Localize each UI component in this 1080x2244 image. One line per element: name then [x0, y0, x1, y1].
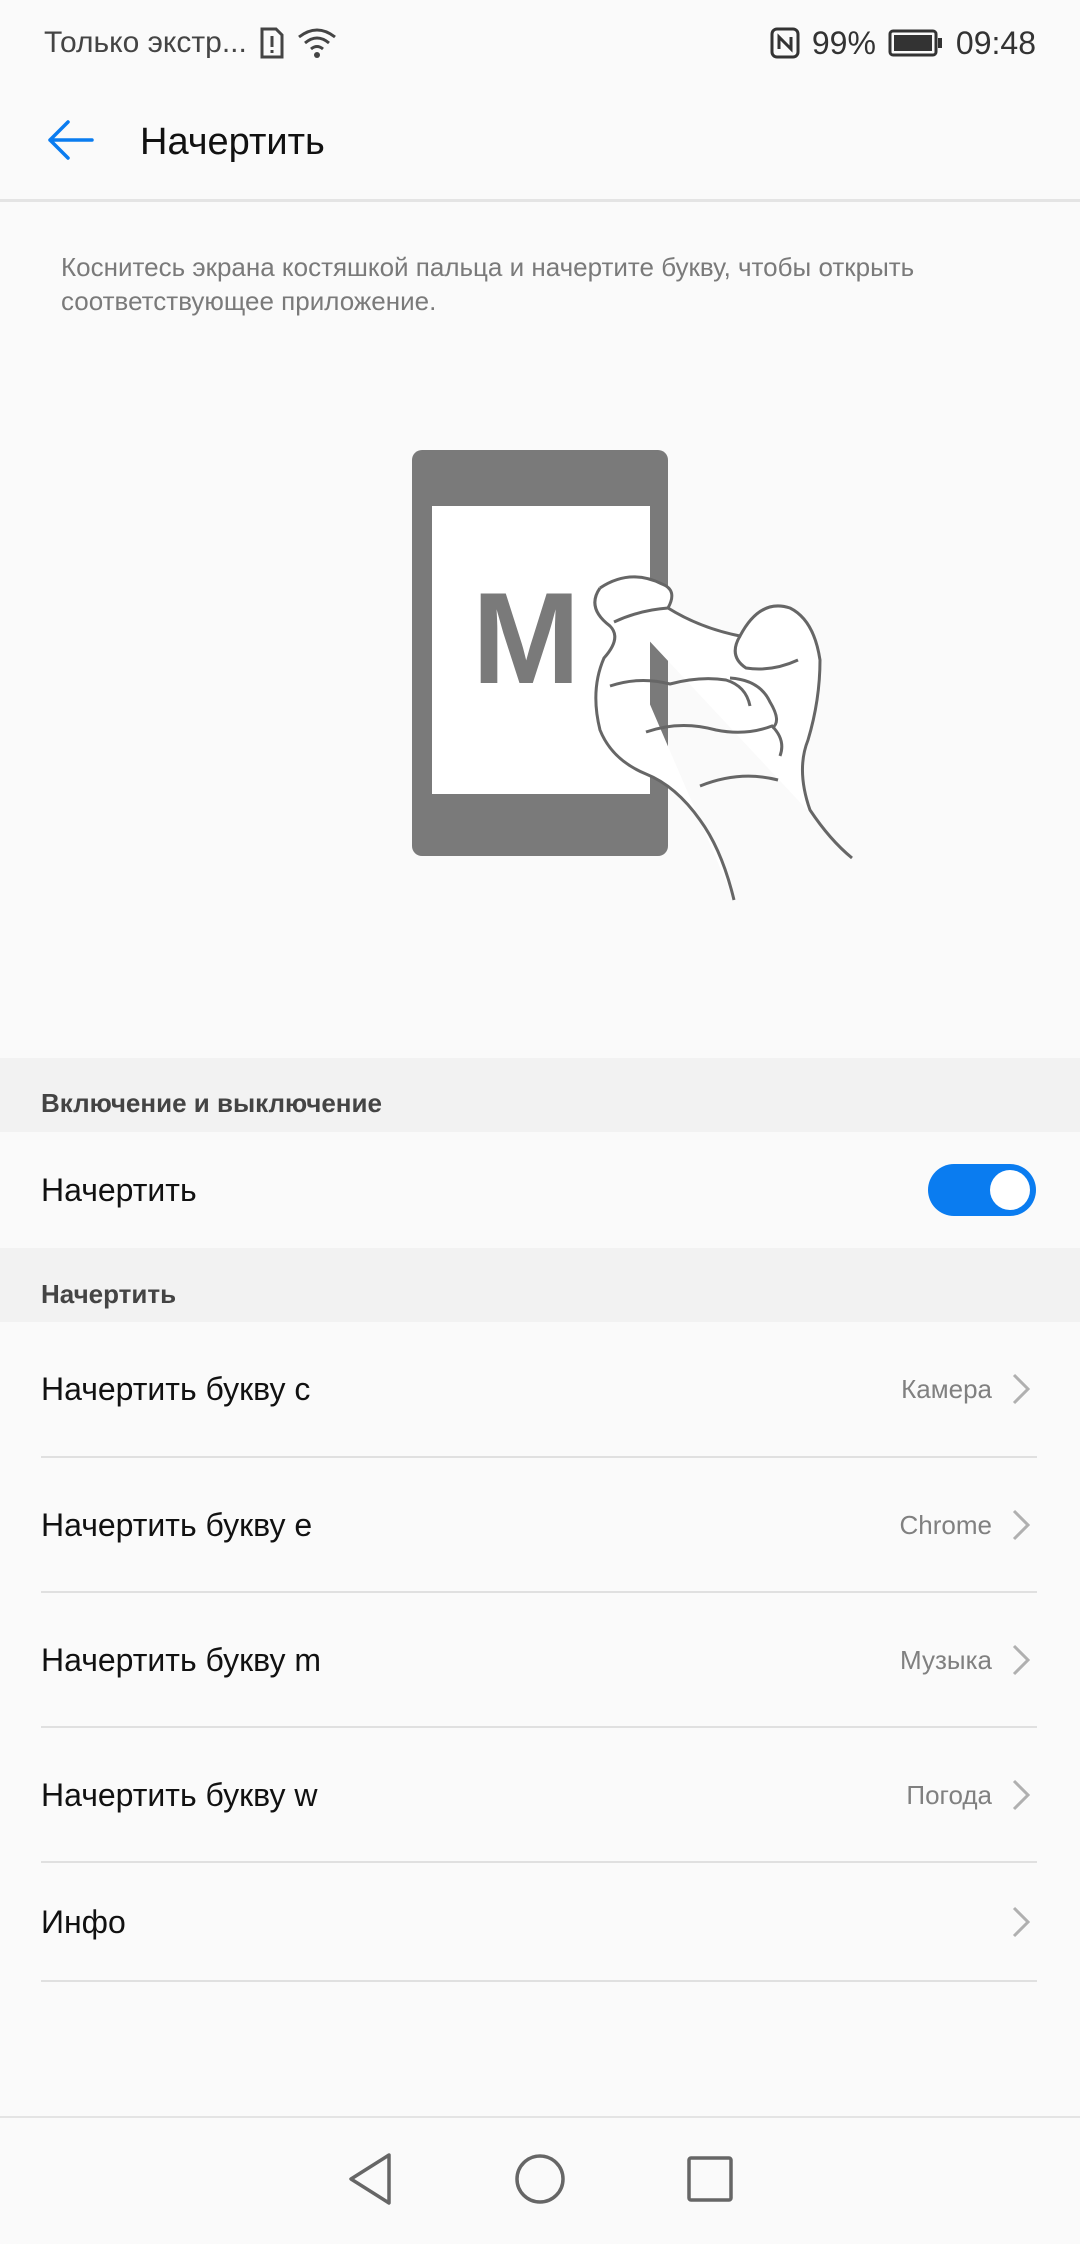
- letter-row-w[interactable]: Начертить букву w Погода: [0, 1728, 1080, 1862]
- nav-recents-button[interactable]: [680, 2151, 740, 2211]
- sim-alert-icon: [259, 27, 285, 59]
- chevron-right-icon: [1006, 1640, 1036, 1680]
- list-item-value: Chrome: [899, 1509, 992, 1540]
- battery-icon: [888, 29, 944, 57]
- list-item-label: Начертить букву e: [41, 1506, 313, 1543]
- arrow-left-icon: [44, 114, 96, 171]
- list-item-value: Камера: [901, 1373, 992, 1404]
- wifi-icon: [297, 27, 337, 59]
- divider: [41, 1980, 1037, 1982]
- page-title: Начертить: [140, 121, 325, 163]
- list-item-label: Начертить букву w: [41, 1776, 318, 1813]
- chevron-right-icon: [1006, 1369, 1036, 1409]
- nav-home-button[interactable]: [510, 2151, 570, 2211]
- chevron-right-icon: [1006, 1775, 1036, 1815]
- back-button[interactable]: [0, 85, 140, 201]
- square-recents-icon: [684, 2153, 736, 2210]
- list-item-label: Начертить букву m: [41, 1641, 321, 1678]
- toggle-row[interactable]: Начертить: [0, 1132, 1080, 1248]
- knuckle-gesture-illustration: M: [400, 440, 880, 920]
- letter-row-e[interactable]: Начертить букву e Chrome: [0, 1458, 1080, 1592]
- description-text: Коснитесь экрана костяшкой пальца и наче…: [61, 252, 915, 316]
- clock: 09:48: [955, 24, 1036, 61]
- list-item-value: Погода: [906, 1779, 992, 1810]
- letter-row-c[interactable]: Начертить букву c Камера: [0, 1322, 1080, 1456]
- illustration-letter: M: [472, 565, 580, 711]
- enable-toggle[interactable]: [928, 1164, 1036, 1216]
- carrier-text: Только экстр...: [44, 26, 247, 59]
- nfc-icon: [770, 27, 800, 59]
- letter-row-m[interactable]: Начертить букву m Музыка: [0, 1593, 1080, 1727]
- section-header-toggle: Включение и выключение: [0, 1058, 1080, 1132]
- status-bar: Только экстр... 99% 09:48: [0, 0, 1080, 86]
- circle-home-icon: [512, 2151, 568, 2212]
- info-row[interactable]: Инфо: [0, 1863, 1080, 1981]
- toggle-row-label: Начертить: [41, 1171, 197, 1208]
- navigation-bar: [0, 2116, 1080, 2244]
- app-bar: Начертить: [0, 86, 1080, 202]
- list-item-value: Музыка: [900, 1644, 992, 1675]
- list-item-label: Начертить букву c: [41, 1370, 311, 1407]
- list-item-label: Инфо: [41, 1903, 126, 1940]
- battery-percent: 99%: [811, 24, 876, 61]
- nav-back-button[interactable]: [340, 2151, 400, 2211]
- chevron-right-icon: [1006, 1505, 1036, 1545]
- toggle-knob: [990, 1170, 1030, 1210]
- section-header-letters: Начертить: [0, 1248, 1080, 1322]
- triangle-back-icon: [345, 2151, 395, 2212]
- chevron-right-icon: [1006, 1902, 1036, 1942]
